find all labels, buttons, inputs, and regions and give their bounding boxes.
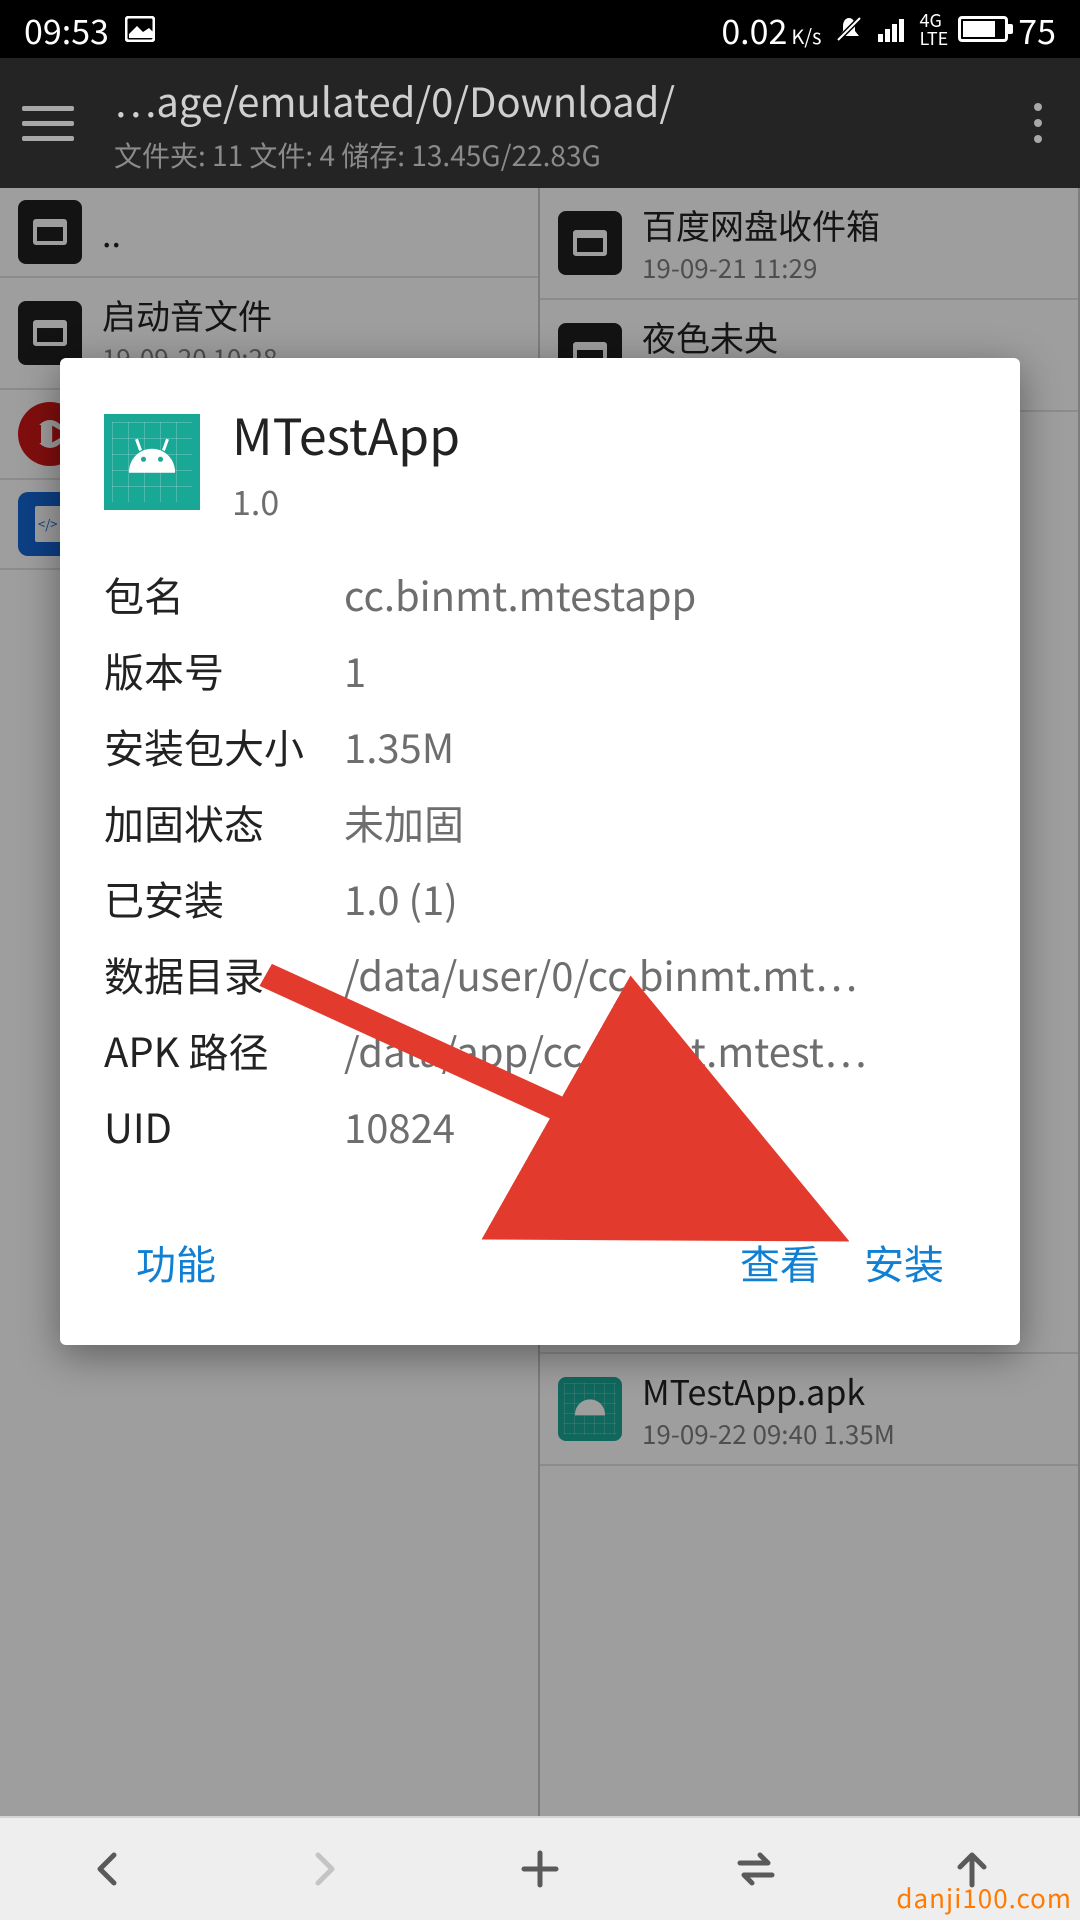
label-versioncode: 版本号 — [104, 641, 334, 699]
value-harden: 未加固 — [344, 793, 976, 851]
menu-button[interactable] — [22, 106, 74, 141]
swap-button[interactable] — [716, 1829, 796, 1909]
status-lte: 4GLTE — [920, 11, 949, 47]
dialog-app-version: 1.0 — [232, 476, 460, 525]
path-breadcrumb[interactable]: …age/emulated/0/Download/ — [114, 71, 1002, 129]
info-table: 包名 cc.binmt.mtestapp 版本号 1 安装包大小 1.35M 加… — [104, 565, 976, 1155]
bottom-toolbar: danji100.com — [0, 1816, 1080, 1920]
label-package: 包名 — [104, 565, 334, 623]
status-time: 09:53 — [24, 5, 109, 54]
label-installed: 已安装 — [104, 869, 334, 927]
status-battery: 75 — [1018, 5, 1056, 54]
label-uid: UID — [104, 1097, 334, 1155]
mute-icon — [832, 12, 866, 46]
value-installed: 1.0 (1) — [344, 869, 976, 927]
function-button[interactable]: 功能 — [114, 1225, 238, 1299]
add-button[interactable] — [500, 1829, 580, 1909]
view-button[interactable]: 查看 — [718, 1225, 842, 1299]
value-apkpath: /data/app/cc.binmt.mtest… — [344, 1021, 976, 1079]
label-size: 安装包大小 — [104, 717, 334, 775]
status-netunit: K/s — [791, 21, 821, 50]
value-package: cc.binmt.mtestapp — [344, 565, 976, 623]
value-datadir: /data/user/0/cc.binmt.mt… — [344, 945, 976, 1003]
apk-info-dialog: MTestApp 1.0 包名 cc.binmt.mtestapp 版本号 1 … — [60, 358, 1020, 1345]
app-icon — [104, 414, 200, 510]
forward-button[interactable] — [284, 1829, 364, 1909]
app-bar: …age/emulated/0/Download/ 文件夹: 11 文件: 4 … — [0, 58, 1080, 188]
overflow-button[interactable] — [1018, 103, 1058, 143]
back-button[interactable] — [68, 1829, 148, 1909]
watermark: danji100.com — [896, 1879, 1072, 1916]
file-browser: .. 启动音文件 19-09-20 10:28 ▌▶ 百度网盘收件箱 19-09… — [0, 188, 1080, 1816]
install-button[interactable]: 安装 — [842, 1225, 966, 1299]
label-datadir: 数据目录 — [104, 945, 334, 1003]
battery-icon — [958, 16, 1008, 42]
value-size: 1.35M — [344, 717, 976, 775]
screenshot-icon — [123, 12, 157, 46]
status-bar: 09:53 0.02 K/s 4GLTE 75 — [0, 0, 1080, 58]
label-harden: 加固状态 — [104, 793, 334, 851]
label-apkpath: APK 路径 — [104, 1021, 334, 1079]
value-versioncode: 1 — [344, 641, 976, 699]
folder-stats: 文件夹: 11 文件: 4 储存: 13.45G/22.83G — [114, 135, 1002, 175]
signal-icon — [876, 12, 910, 46]
status-netspeed: 0.02 — [721, 5, 787, 54]
value-uid: 10824 — [344, 1097, 976, 1155]
dialog-app-name: MTestApp — [232, 398, 460, 470]
